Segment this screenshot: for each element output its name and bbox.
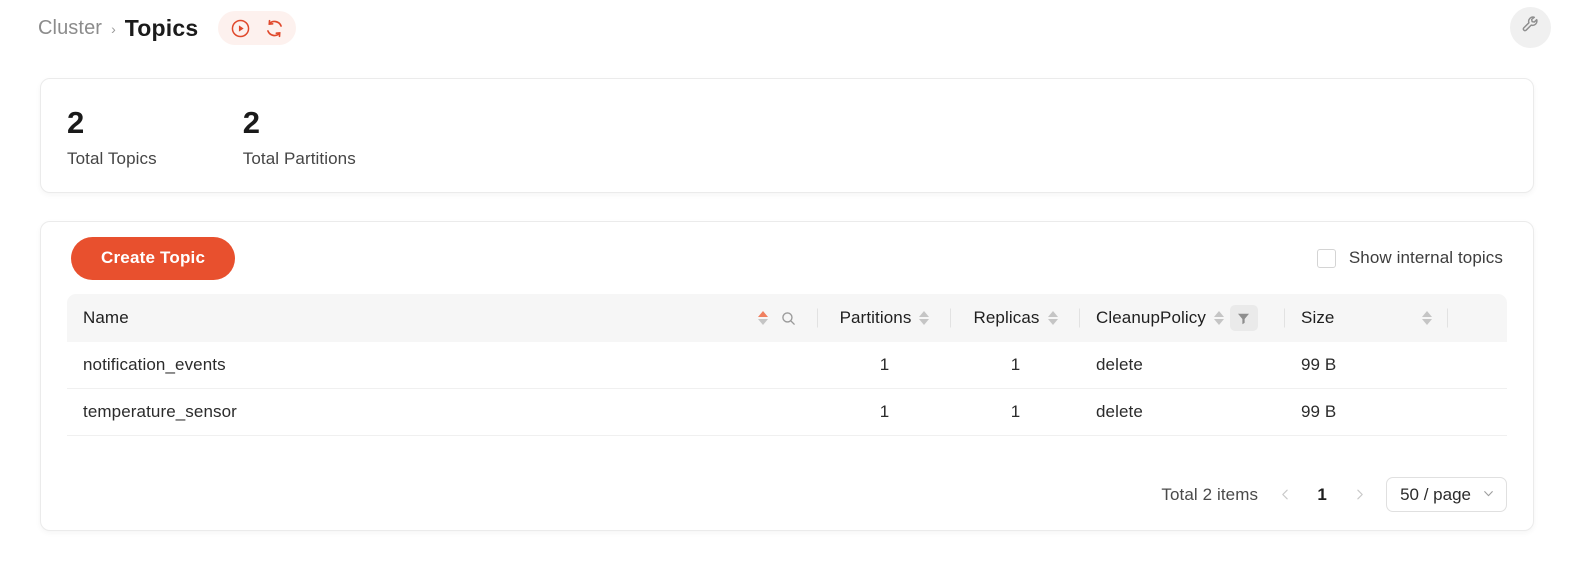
sort-asc-icon[interactable] xyxy=(1422,311,1432,317)
create-topic-button[interactable]: Create Topic xyxy=(71,236,236,280)
play-circle-icon[interactable] xyxy=(229,17,251,39)
table-toolbar: Create Topic Show internal topics xyxy=(41,222,1533,294)
sort-partitions-control[interactable] xyxy=(919,311,930,325)
chevron-down-icon xyxy=(1482,485,1495,505)
sort-asc-icon[interactable] xyxy=(758,311,768,317)
column-header-name[interactable]: Name xyxy=(67,294,818,342)
column-header-label: Size xyxy=(1301,308,1335,327)
cell-size: 99 B xyxy=(1301,402,1337,421)
chevron-right-icon[interactable] xyxy=(1348,484,1370,506)
column-header-partitions[interactable]: Partitions xyxy=(818,294,951,342)
sort-asc-icon[interactable] xyxy=(1213,311,1224,317)
topics-table-card: Create Topic Show internal topics Name P… xyxy=(40,221,1534,531)
sort-cleanuppolicy-control[interactable] xyxy=(1213,311,1224,325)
cell-partitions: 1 xyxy=(879,402,890,421)
cell-replicas: 1 xyxy=(1010,355,1021,374)
topics-page: Cluster › Topics 2 Total Topics 2 Total … xyxy=(0,0,1581,562)
show-internal-topics-label: Show internal topics xyxy=(1348,248,1503,267)
column-header-replicas[interactable]: Replicas xyxy=(951,294,1080,342)
sort-desc-icon[interactable] xyxy=(919,319,930,325)
table-row[interactable]: temperature_sensor 1 1 delete 99 B xyxy=(67,389,1507,436)
sort-asc-icon[interactable] xyxy=(919,311,930,317)
stats-row: 2 Total Topics 2 Total Partitions xyxy=(41,79,1533,169)
cell-name[interactable]: notification_events xyxy=(67,355,818,375)
sort-desc-icon[interactable] xyxy=(758,319,768,325)
sort-desc-icon[interactable] xyxy=(1422,319,1432,325)
stat-label: Total Partitions xyxy=(242,149,356,168)
column-header-label: Partitions xyxy=(839,308,912,327)
breadcrumb: Cluster › Topics xyxy=(38,8,297,48)
show-internal-topics-checkbox[interactable] xyxy=(1316,248,1336,268)
stats-card: 2 Total Topics 2 Total Partitions xyxy=(40,78,1534,193)
wrench-icon xyxy=(1520,14,1542,41)
sort-desc-icon[interactable] xyxy=(1047,319,1058,325)
pagination: Total 2 items 1 50 / page xyxy=(1161,477,1507,512)
stat-label: Total Topics xyxy=(67,149,157,168)
refresh-icon[interactable] xyxy=(263,17,285,39)
page-size-select[interactable]: 50 / page xyxy=(1386,477,1507,512)
header-actions xyxy=(218,11,297,45)
pagination-total: Total 2 items xyxy=(1161,484,1259,504)
breadcrumb-separator-icon: › xyxy=(111,21,116,37)
column-header-cleanuppolicy[interactable]: CleanupPolicy xyxy=(1080,294,1285,342)
page-header: Cluster › Topics xyxy=(0,0,1581,56)
stat-value: 2 xyxy=(242,105,261,140)
show-internal-topics-toggle[interactable]: Show internal topics xyxy=(1316,248,1503,268)
stat-value: 2 xyxy=(67,105,85,140)
cell-name[interactable]: temperature_sensor xyxy=(67,402,818,422)
sort-name-control[interactable] xyxy=(758,311,768,325)
topics-table: Name Partitions Replicas CleanupPolicy S… xyxy=(67,294,1507,436)
page-size-label: 50 / page xyxy=(1400,484,1471,504)
cell-cleanuppolicy: delete xyxy=(1096,355,1143,374)
search-icon[interactable] xyxy=(774,305,802,331)
cell-cleanuppolicy: delete xyxy=(1096,402,1143,421)
column-header-size[interactable]: Size xyxy=(1285,294,1448,342)
breadcrumb-item-cluster[interactable]: Cluster xyxy=(38,17,102,40)
stat-total-topics: 2 Total Topics xyxy=(67,105,157,169)
sort-asc-icon[interactable] xyxy=(1047,311,1058,317)
column-header-label: Name xyxy=(83,308,129,327)
table-body: notification_events 1 1 delete 99 B temp… xyxy=(67,342,1507,436)
stat-total-partitions: 2 Total Partitions xyxy=(243,105,356,169)
pagination-page-1[interactable]: 1 xyxy=(1312,485,1332,505)
sort-desc-icon[interactable] xyxy=(1213,319,1224,325)
filter-icon[interactable] xyxy=(1229,305,1258,331)
table-row[interactable]: notification_events 1 1 delete 99 B xyxy=(67,342,1507,389)
cell-partitions: 1 xyxy=(879,355,890,374)
tools-button[interactable] xyxy=(1510,7,1551,48)
sort-size-control[interactable] xyxy=(1422,311,1432,325)
table-header-row: Name Partitions Replicas CleanupPolicy S… xyxy=(67,294,1507,342)
sort-replicas-control[interactable] xyxy=(1047,311,1058,325)
column-header-actions xyxy=(1448,294,1507,342)
chevron-left-icon[interactable] xyxy=(1274,484,1296,506)
cell-replicas: 1 xyxy=(1010,402,1021,421)
cell-size: 99 B xyxy=(1301,355,1337,374)
page-title: Topics xyxy=(124,14,199,41)
column-header-label: CleanupPolicy xyxy=(1096,308,1206,327)
column-header-label: Replicas xyxy=(973,308,1040,327)
